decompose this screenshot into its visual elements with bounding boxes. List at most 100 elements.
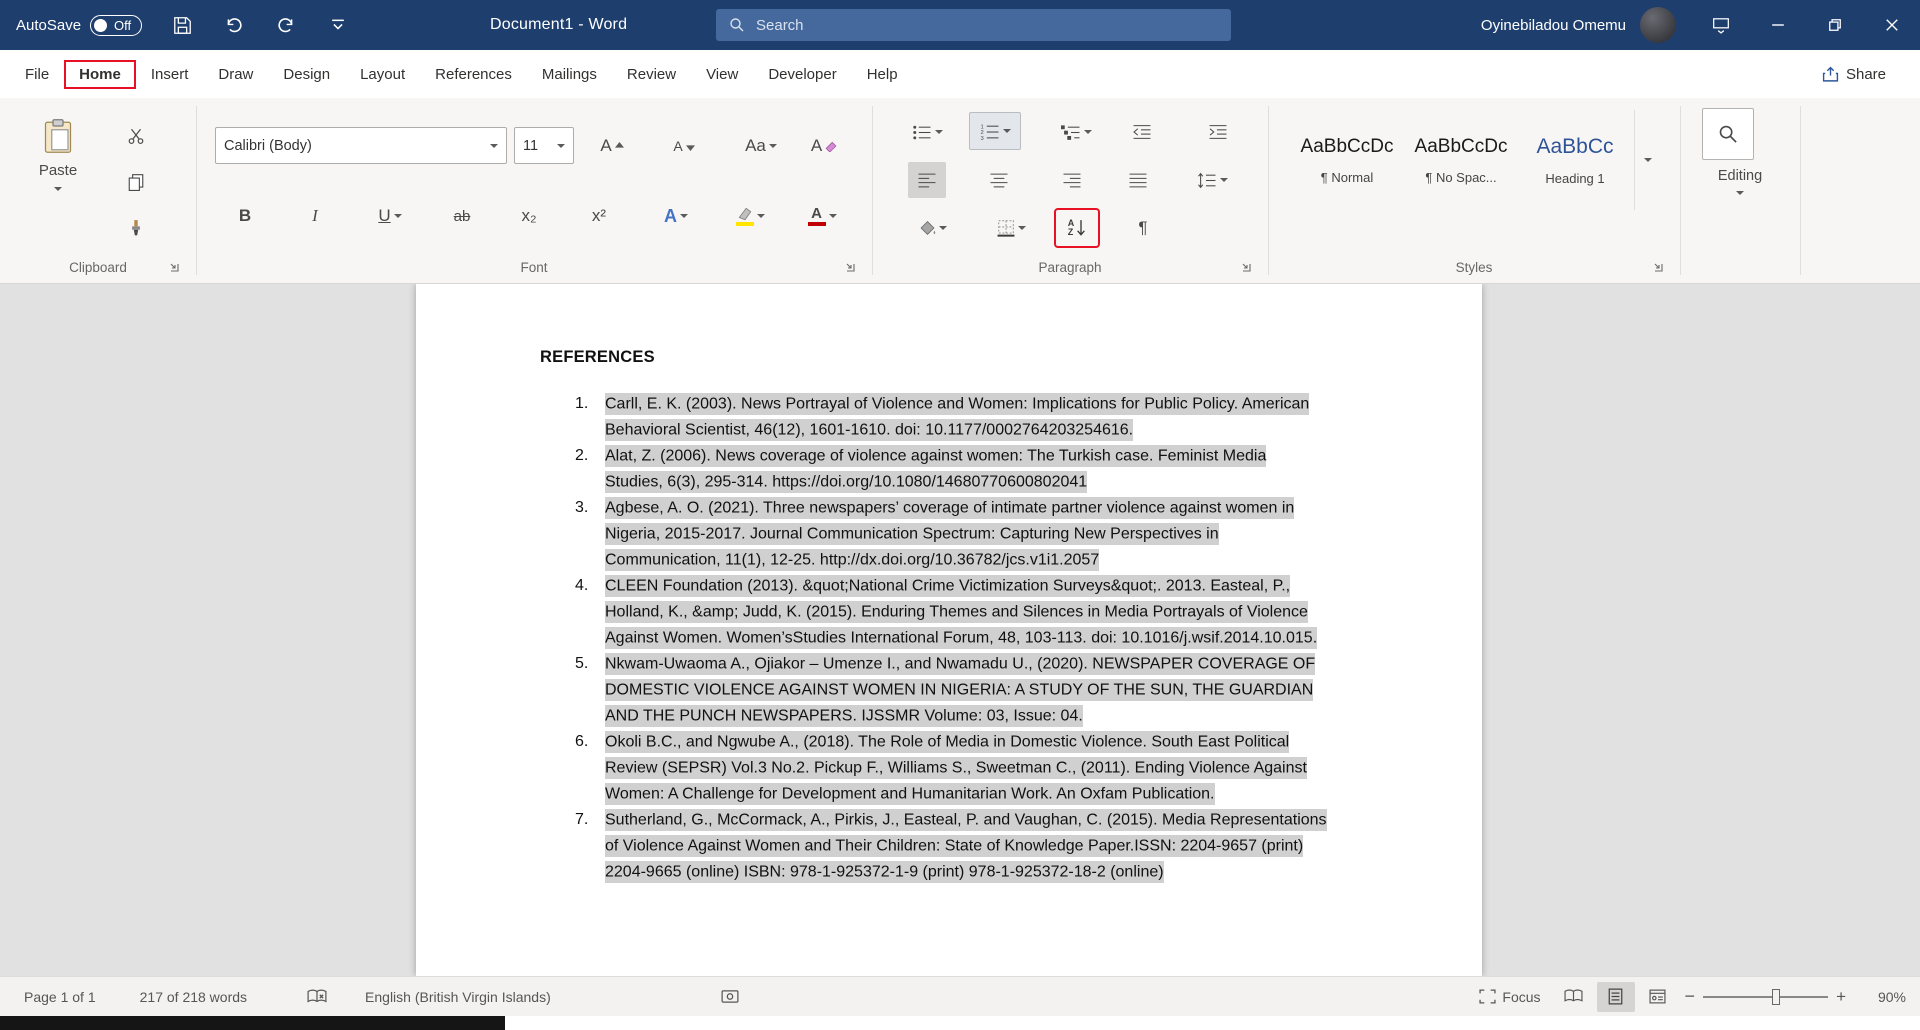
numbering-button[interactable]: 123: [969, 112, 1021, 150]
read-mode-button[interactable]: [1555, 982, 1593, 1012]
qat-customize-button[interactable]: [312, 0, 364, 50]
macro-record-button[interactable]: [711, 989, 749, 1004]
shrink-font-button[interactable]: A: [662, 128, 706, 164]
reference-text[interactable]: Agbese, A. O. (2021). Three newspapers’ …: [605, 495, 1327, 573]
change-case-button[interactable]: Aa: [734, 128, 788, 164]
zoom-level[interactable]: 90%: [1860, 989, 1906, 1005]
sort-button[interactable]: AZ: [1056, 210, 1098, 246]
font-group-label: Font: [196, 260, 872, 275]
word-count[interactable]: 217 of 218 words: [130, 989, 257, 1005]
styles-more-button[interactable]: [1634, 110, 1660, 210]
styles-dialog-launcher[interactable]: [1652, 260, 1666, 274]
maximize-button[interactable]: [1806, 0, 1863, 50]
doc-heading[interactable]: REFERENCES: [540, 348, 1332, 367]
focus-button[interactable]: Focus: [1469, 989, 1550, 1005]
ribbon-display-options-button[interactable]: [1692, 0, 1749, 50]
search-input[interactable]: Search: [716, 9, 1231, 41]
statusbar-right: Focus − + 90%: [1469, 982, 1906, 1012]
bullets-button[interactable]: [904, 114, 950, 150]
autosave-switch[interactable]: Off: [90, 15, 142, 36]
grow-font-button[interactable]: A: [590, 128, 634, 164]
cut-button[interactable]: [118, 118, 154, 154]
editing-find-button[interactable]: [1702, 108, 1754, 160]
tab-home[interactable]: Home: [64, 60, 136, 89]
style-preview: AaBbCc: [1536, 135, 1613, 159]
reference-text[interactable]: Nkwam-Uwaoma A., Ojiakor – Umenze I., an…: [605, 651, 1327, 729]
tab-design[interactable]: Design: [268, 60, 345, 89]
tab-file[interactable]: File: [10, 60, 64, 89]
clipboard-dialog-launcher[interactable]: [168, 260, 182, 274]
tab-draw[interactable]: Draw: [203, 60, 268, 89]
multilevel-list-button[interactable]: [1053, 114, 1099, 150]
decrease-indent-button[interactable]: [1123, 114, 1161, 150]
style-heading1[interactable]: AaBbCc Heading 1: [1520, 110, 1630, 210]
shading-button[interactable]: [910, 210, 956, 246]
strikethrough-button[interactable]: ab: [440, 196, 484, 236]
list-item: 2. Alat, Z. (2006). News coverage of vio…: [575, 443, 1332, 495]
text-effects-button[interactable]: A: [649, 196, 703, 236]
font-size-select[interactable]: 11: [514, 127, 574, 164]
web-layout-icon: [1649, 989, 1666, 1004]
page[interactable]: REFERENCES 1. Carll, E. K. (2003). News …: [416, 284, 1482, 976]
tab-view[interactable]: View: [691, 60, 753, 89]
style-normal[interactable]: AaBbCcDc ¶ Normal: [1292, 110, 1402, 210]
font-dialog-launcher[interactable]: [844, 260, 858, 274]
show-hide-formatting-button[interactable]: ¶: [1124, 210, 1162, 246]
align-left-button[interactable]: [908, 162, 946, 198]
underline-button[interactable]: U: [363, 196, 417, 236]
language-indicator[interactable]: English (British Virgin Islands): [355, 989, 561, 1005]
web-layout-button[interactable]: [1639, 982, 1677, 1012]
redo-button[interactable]: [260, 0, 312, 50]
tab-layout[interactable]: Layout: [345, 60, 420, 89]
tab-review[interactable]: Review: [612, 60, 691, 89]
highlight-button[interactable]: [722, 196, 778, 236]
font-color-button[interactable]: A: [794, 196, 850, 236]
clear-formatting-button[interactable]: A: [802, 128, 846, 164]
style-no-spacing[interactable]: AaBbCcDc ¶ No Spac...: [1406, 110, 1516, 210]
line-spacing-button[interactable]: [1188, 162, 1236, 198]
search-icon: [1718, 124, 1738, 144]
copy-button[interactable]: [118, 164, 154, 200]
print-layout-button[interactable]: [1597, 982, 1635, 1012]
zoom-out-button[interactable]: −: [1681, 986, 1700, 1007]
tab-mailings[interactable]: Mailings: [527, 60, 612, 89]
reference-text[interactable]: Okoli B.C., and Ngwube A., (2018). The R…: [605, 729, 1327, 807]
paragraph-dialog-launcher[interactable]: [1240, 260, 1254, 274]
tab-insert[interactable]: Insert: [136, 60, 204, 89]
zoom-in-button[interactable]: +: [1832, 987, 1850, 1007]
reference-text[interactable]: Sutherland, G., McCormack, A., Pirkis, J…: [605, 807, 1327, 885]
quick-access-toolbar: [156, 0, 364, 50]
autosave-toggle[interactable]: AutoSave Off: [0, 15, 156, 36]
increase-indent-button[interactable]: [1199, 114, 1237, 150]
page-indicator[interactable]: Page 1 of 1: [14, 989, 106, 1005]
avatar[interactable]: [1640, 7, 1676, 43]
format-painter-button[interactable]: [118, 210, 154, 246]
bold-button[interactable]: B: [225, 196, 265, 236]
list-number: 3.: [575, 495, 605, 573]
editing-dropdown-button[interactable]: [1680, 191, 1800, 195]
italic-button[interactable]: I: [295, 196, 335, 236]
font-name-select[interactable]: Calibri (Body): [215, 127, 507, 164]
superscript-button[interactable]: x²: [578, 196, 620, 236]
borders-button[interactable]: [988, 210, 1034, 246]
justify-button[interactable]: [1119, 162, 1157, 198]
tab-help[interactable]: Help: [852, 60, 913, 89]
close-button[interactable]: [1863, 0, 1920, 50]
share-button[interactable]: Share: [1822, 50, 1886, 98]
reference-text[interactable]: Carll, E. K. (2003). News Portrayal of V…: [605, 391, 1327, 443]
zoom-slider[interactable]: [1703, 982, 1828, 1012]
tab-developer[interactable]: Developer: [753, 60, 851, 89]
save-button[interactable]: [156, 0, 208, 50]
tab-references[interactable]: References: [420, 60, 527, 89]
paste-button[interactable]: Paste: [26, 112, 90, 246]
proofing-errors-button[interactable]: [297, 989, 337, 1005]
reference-text[interactable]: CLEEN Foundation (2013). &quot;National …: [605, 573, 1327, 651]
minimize-button[interactable]: [1749, 0, 1806, 50]
center-button[interactable]: [980, 162, 1018, 198]
zoom-slider-knob[interactable]: [1772, 989, 1780, 1005]
align-right-button[interactable]: [1053, 162, 1091, 198]
undo-button[interactable]: [208, 0, 260, 50]
align-center-icon: [989, 172, 1009, 189]
subscript-button[interactable]: x₂: [508, 196, 550, 236]
reference-text[interactable]: Alat, Z. (2006). News coverage of violen…: [605, 443, 1327, 495]
